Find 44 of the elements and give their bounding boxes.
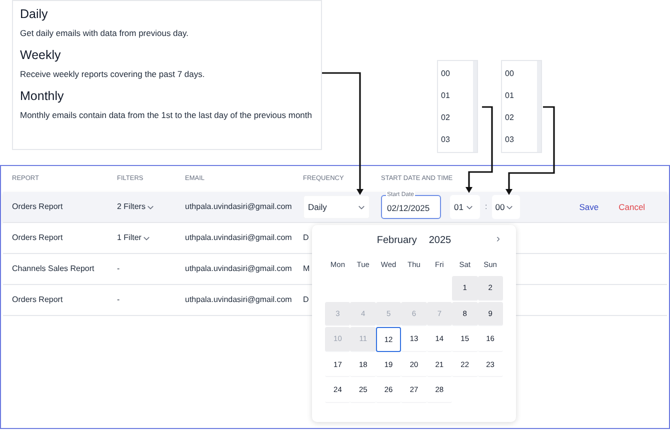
email-text: uthpala.uvindasiri@gmail.com	[185, 294, 293, 306]
option-title: Weekly	[20, 47, 62, 64]
save-button[interactable]: Save	[579, 200, 599, 214]
time-option[interactable]: 03	[441, 132, 473, 148]
chevron-down-icon	[358, 204, 365, 210]
date-value: 02/12/2025	[387, 202, 430, 215]
frequency-text: D	[303, 232, 309, 244]
next-month-button[interactable]: ›	[496, 232, 500, 246]
option-title: Monthly	[20, 88, 65, 105]
hour-select[interactable]: 01	[450, 195, 480, 219]
cancel-button[interactable]: Cancel	[618, 200, 646, 214]
time-option[interactable]: 01	[505, 88, 537, 104]
chevron-down-icon	[506, 204, 513, 210]
option-description: Get daily emails with data from previous day.	[20, 27, 190, 39]
time-option[interactable]: 02	[505, 110, 537, 126]
time-option[interactable]: 02	[441, 110, 473, 126]
calendar-month[interactable]: February	[376, 232, 417, 248]
filters-text: -	[117, 264, 120, 273]
chevron-down-icon	[143, 236, 150, 240]
calendar-year[interactable]: 2025	[428, 232, 452, 248]
report-name: Orders Report	[12, 232, 64, 244]
time-separator: :	[485, 201, 488, 213]
filters-text: -	[117, 295, 120, 304]
frequency-text: D	[303, 294, 309, 306]
option-description: Monthly emails contain data from the 1st to the last day of the previous month	[20, 109, 313, 121]
option-description: Receive weekly reports covering the past 7 days.	[20, 68, 206, 80]
time-option[interactable]: 03	[505, 132, 537, 148]
frequency-select[interactable]: Daily	[303, 195, 370, 219]
chevron-down-icon	[147, 204, 154, 210]
time-option[interactable]: 00	[441, 66, 473, 82]
time-option[interactable]: 01	[441, 88, 473, 104]
report-name: Channels Sales Report	[12, 263, 96, 275]
email-text: uthpala.uvindasiri@gmail.com	[185, 232, 293, 244]
email-text: uthpala.uvindasiri@gmail.com	[185, 201, 293, 213]
minute-select[interactable]: 00	[492, 195, 520, 219]
time-option[interactable]: 00	[505, 66, 537, 82]
chevron-down-icon	[466, 204, 474, 210]
email-text: uthpala.uvindasiri@gmail.com	[185, 263, 293, 275]
report-name: Orders Report	[12, 294, 64, 306]
filters-dropdown[interactable]: 1 Filter	[117, 232, 150, 244]
frequency-text: M	[303, 263, 310, 275]
report-name: Orders Report	[12, 201, 64, 213]
option-title: Daily	[20, 6, 49, 23]
filters-dropdown[interactable]: 2 Filters	[117, 201, 154, 213]
